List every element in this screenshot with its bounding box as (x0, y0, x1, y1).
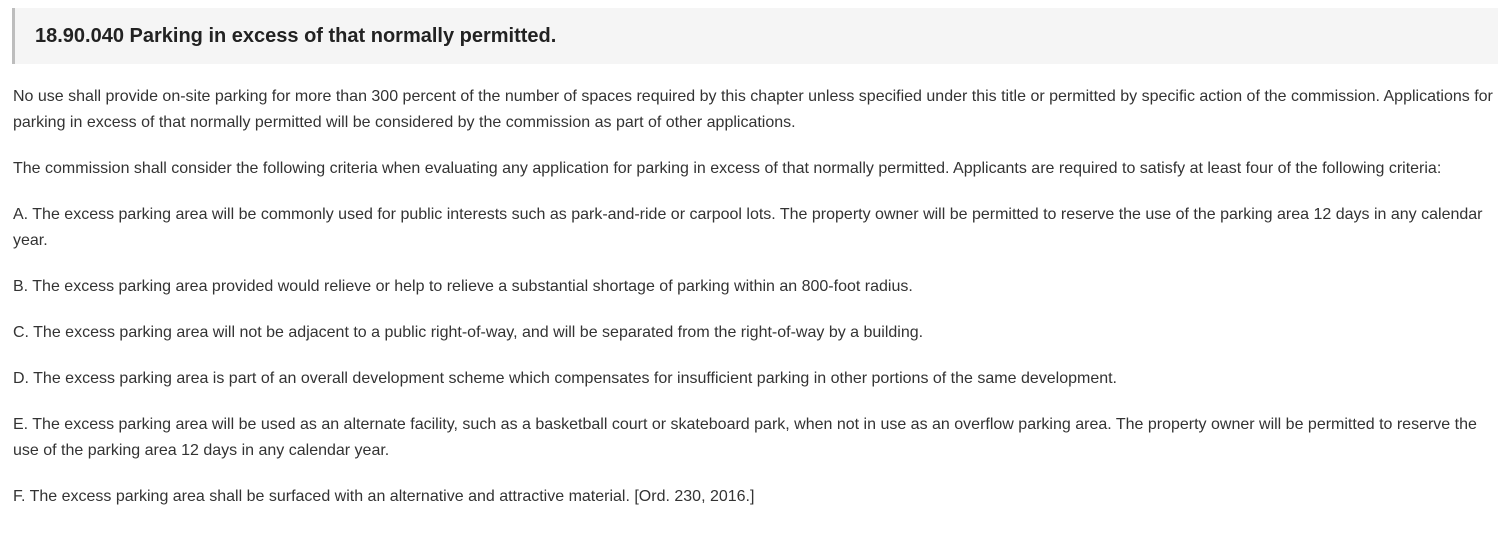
section-title: 18.90.040 Parking in excess of that norm… (35, 25, 557, 47)
section-header: 18.90.040 Parking in excess of that norm… (12, 8, 1498, 64)
criterion-a: A. The excess parking area will be commo… (13, 206, 1483, 249)
section-content: No use shall provide on-site parking for… (13, 84, 1497, 530)
criterion-c: C. The excess parking area will not be a… (13, 324, 924, 341)
criterion-b: B. The excess parking area provided woul… (13, 278, 913, 295)
criteria-intro-paragraph: The commission shall consider the follow… (13, 160, 1442, 177)
intro-paragraph: No use shall provide on-site parking for… (13, 88, 1493, 131)
criterion-d: D. The excess parking area is part of an… (13, 370, 1117, 387)
code-section: 18.90.040 Parking in excess of that norm… (0, 0, 1510, 543)
criterion-e: E. The excess parking area will be used … (13, 416, 1477, 459)
criterion-f: F. The excess parking area shall be surf… (13, 488, 755, 505)
